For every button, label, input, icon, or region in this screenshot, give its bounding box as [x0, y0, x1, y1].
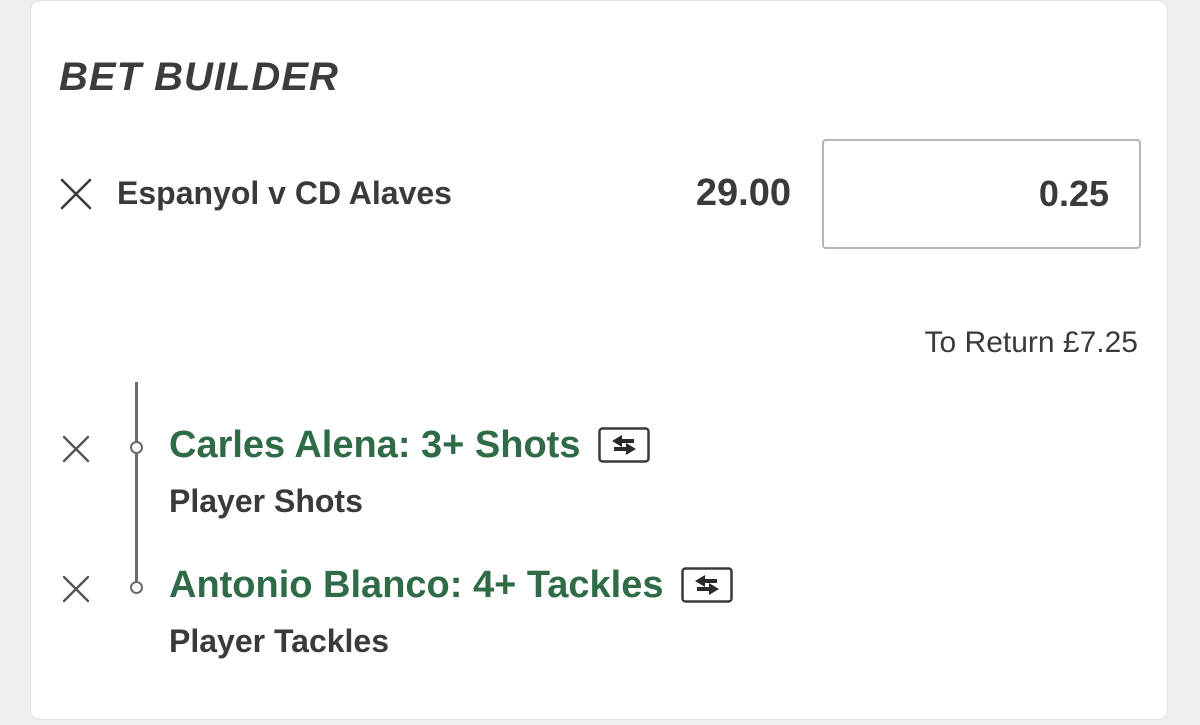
- swap-arrows-icon[interactable]: [681, 567, 734, 603]
- remove-selection-close-icon[interactable]: [59, 572, 93, 606]
- to-return-amount: To Return £7.25: [924, 326, 1138, 359]
- selection-market: Player Shots: [169, 483, 363, 519]
- timeline-dot: [130, 441, 143, 454]
- match-name: Espanyol v CD Alaves: [117, 175, 452, 211]
- timeline-dot: [130, 581, 143, 594]
- selection-market: Player Tackles: [169, 623, 390, 659]
- match-odds: 29.00: [695, 172, 791, 214]
- stake-value: 0.25: [1038, 173, 1109, 214]
- remove-selection-close-icon[interactable]: [59, 432, 93, 466]
- timeline-line: [135, 382, 138, 588]
- selection-title-text: Antonio Blanco: 4+ Tackles: [169, 564, 664, 606]
- selection-title: Carles Alena: 3+ Shots: [169, 423, 651, 467]
- remove-match-close-icon[interactable]: [59, 177, 93, 211]
- swap-arrows-icon[interactable]: [598, 427, 651, 463]
- bet-builder-title: BET BUILDER: [59, 55, 339, 99]
- bet-builder-card: BET BUILDER Espanyol v CD Alaves 29.00 0…: [30, 0, 1168, 720]
- selection-title: Antonio Blanco: 4+ Tackles: [169, 563, 734, 607]
- stake-input[interactable]: 0.25: [822, 139, 1141, 249]
- selection-title-text: Carles Alena: 3+ Shots: [169, 424, 581, 466]
